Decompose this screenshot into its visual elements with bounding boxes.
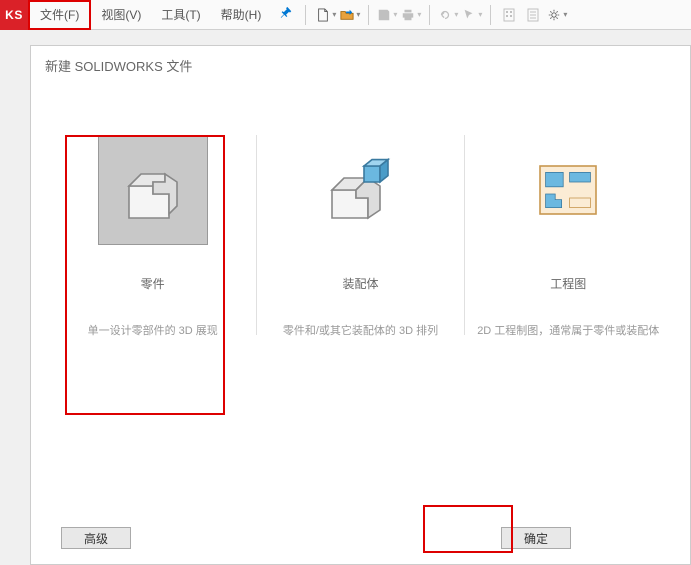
toolbar-divider bbox=[429, 5, 430, 25]
option-part[interactable]: 零件 单一设计零部件的 3D 展现 bbox=[53, 135, 253, 338]
new-icon[interactable]: ▾ bbox=[316, 5, 336, 25]
toolbar-divider bbox=[305, 5, 306, 25]
menu-file[interactable]: 文件(F) bbox=[28, 0, 91, 30]
option-title: 装配体 bbox=[342, 275, 378, 292]
toolbar: ▾ ▾ ▾ ▾ ▾ ▾ ▾ bbox=[310, 5, 567, 25]
ok-button[interactable]: 确定 bbox=[501, 527, 571, 549]
menu-tools[interactable]: 工具(T) bbox=[151, 1, 210, 29]
option-title: 零件 bbox=[141, 275, 165, 292]
menu-view[interactable]: 视图(V) bbox=[91, 1, 151, 29]
option-assembly[interactable]: 装配体 零件和/或其它装配体的 3D 排列 bbox=[260, 135, 460, 338]
settings-icon[interactable]: ▾ bbox=[547, 5, 567, 25]
option-desc: 单一设计零部件的 3D 展现 bbox=[88, 322, 218, 338]
option-title: 工程图 bbox=[550, 275, 586, 292]
assembly-icon bbox=[305, 135, 415, 245]
file-props-icon[interactable] bbox=[523, 5, 543, 25]
pin-icon[interactable] bbox=[271, 6, 301, 23]
toolbar-divider bbox=[368, 5, 369, 25]
undo-icon[interactable]: ▾ bbox=[438, 5, 458, 25]
option-drawing[interactable]: 工程图 2D 工程制图，通常属于零件或装配体 bbox=[468, 135, 668, 338]
app-logo: KS bbox=[0, 0, 28, 30]
print-icon[interactable]: ▾ bbox=[401, 5, 421, 25]
select-icon[interactable]: ▾ bbox=[462, 5, 482, 25]
menu-help[interactable]: 帮助(H) bbox=[211, 1, 272, 29]
drawing-icon bbox=[513, 135, 623, 245]
save-icon[interactable]: ▾ bbox=[377, 5, 397, 25]
option-desc: 2D 工程制图，通常属于零件或装配体 bbox=[477, 322, 659, 338]
rebuild-icon[interactable] bbox=[499, 5, 519, 25]
option-desc: 零件和/或其它装配体的 3D 排列 bbox=[283, 322, 438, 338]
toolbar-divider bbox=[490, 5, 491, 25]
menu-bar: 文件(F) 视图(V) 工具(T) 帮助(H) bbox=[28, 0, 301, 29]
option-divider bbox=[464, 135, 465, 335]
option-divider bbox=[256, 135, 257, 335]
open-icon[interactable]: ▾ bbox=[340, 5, 360, 25]
part-icon bbox=[98, 135, 208, 245]
dialog-title: 新建 SOLIDWORKS 文件 bbox=[31, 46, 690, 85]
advanced-button[interactable]: 高级 bbox=[61, 527, 131, 549]
new-document-dialog: 新建 SOLIDWORKS 文件 零件 单一设计零部件的 3D 展现 bbox=[30, 45, 691, 565]
